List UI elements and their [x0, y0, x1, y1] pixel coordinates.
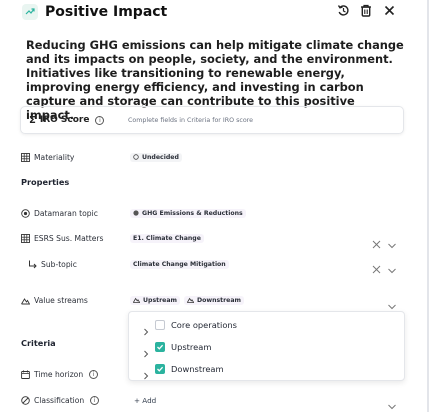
value-stream-chip[interactable]: Downstream — [183, 295, 244, 305]
close-icon[interactable] — [382, 3, 396, 17]
check-icon — [157, 344, 164, 350]
esrs-matters-chip[interactable]: E1. Climate Change — [130, 233, 204, 243]
dropdown-option[interactable]: Upstream — [129, 339, 406, 358]
materiality-value[interactable]: Undecided — [130, 150, 182, 164]
criteria-heading: Criteria — [21, 338, 56, 348]
chevron-right-icon[interactable] — [142, 365, 150, 380]
info-icon[interactable]: i — [89, 369, 99, 379]
datamaran-topic-value[interactable]: GHG Emissions & Reductions — [130, 206, 246, 220]
esrs-matters-row: ESRS Sus. Matters — [21, 231, 103, 245]
value-streams-row: Value streams — [21, 293, 88, 307]
grid-icon — [21, 152, 30, 162]
chevron-down-icon[interactable] — [387, 396, 397, 410]
panel-header: Positive Impact — [22, 2, 402, 22]
classification-row: Classification i — [21, 393, 100, 407]
checkbox[interactable] — [155, 320, 165, 330]
datamaran-topic-row: Datamaran topic — [21, 206, 98, 220]
dropdown-option[interactable]: Downstream — [129, 361, 406, 380]
materiality-chip-text: Undecided — [142, 153, 179, 161]
sub-topic-row: Sub-topic — [28, 257, 77, 271]
iro-score-label: IRO Score — [39, 115, 90, 125]
sub-topic-value[interactable]: Climate Change Mitigation — [130, 257, 229, 271]
classification-add[interactable]: + Add — [134, 393, 156, 407]
chevron-right-icon[interactable] — [142, 343, 150, 358]
mountain-icon — [133, 297, 140, 303]
trend-icon — [22, 4, 38, 20]
add-classification-button[interactable]: + Add — [134, 396, 156, 405]
datamaran-topic-text: GHG Emissions & Reductions — [142, 209, 243, 217]
circle-icon — [133, 154, 139, 160]
time-horizon-label: Time horizon — [34, 369, 84, 379]
value-streams-dropdown: Core operations Upstream Downstream — [128, 311, 405, 381]
classification-label: Classification — [34, 395, 85, 405]
chevron-down-icon[interactable] — [387, 296, 397, 310]
value-stream-chip[interactable]: Upstream — [130, 295, 180, 305]
value-streams-label: Value streams — [34, 295, 88, 305]
option-label: Downstream — [171, 364, 224, 374]
properties-heading: Properties — [21, 177, 70, 187]
calendar-icon — [21, 369, 30, 379]
option-label: Upstream — [171, 342, 212, 352]
checkbox-checked[interactable] — [155, 342, 165, 352]
topic-icon — [21, 208, 30, 218]
chevron-right-icon[interactable] — [142, 321, 150, 336]
iro-score-hint: Complete fields in Criteria for IRO scor… — [128, 116, 254, 124]
mountain-icon — [21, 296, 30, 305]
dropdown-option[interactable]: Core operations — [129, 317, 406, 336]
time-horizon-row: Time horizon i — [21, 367, 99, 381]
chevron-down-icon[interactable] — [387, 260, 397, 274]
check-icon — [157, 366, 164, 372]
sub-topic-chip[interactable]: Climate Change Mitigation — [130, 259, 229, 269]
history-icon[interactable] — [336, 3, 350, 17]
esrs-matters-label: ESRS Sus. Matters — [34, 233, 104, 243]
value-streams-value[interactable]: Upstream Downstream — [130, 293, 244, 307]
datamaran-topic-label: Datamaran topic — [34, 208, 98, 218]
info-icon[interactable]: i — [95, 115, 105, 125]
esrs-matters-value[interactable]: E1. Climate Change — [130, 231, 204, 245]
grid-icon — [21, 233, 30, 243]
sub-topic-label: Sub-topic — [41, 259, 77, 269]
chevron-down-icon[interactable] — [387, 235, 397, 249]
materiality-chip[interactable]: Undecided — [130, 152, 182, 162]
clear-esrs-icon[interactable] — [372, 234, 381, 249]
sigma-icon: Σ — [29, 114, 36, 126]
sub-arrow-icon — [28, 260, 37, 269]
tag-icon — [21, 395, 30, 405]
value-stream-chip-text: Upstream — [143, 296, 177, 304]
iro-score-card: Σ IRO Score i Complete fields in Criteri… — [20, 106, 404, 134]
checkbox-checked[interactable] — [155, 364, 165, 374]
materiality-label: Materiality — [34, 152, 75, 162]
option-label: Core operations — [171, 320, 237, 330]
mountain-icon — [186, 297, 194, 303]
page-title: Positive Impact — [45, 4, 168, 20]
value-stream-chip-text: Downstream — [196, 296, 241, 304]
info-icon[interactable]: i — [90, 395, 100, 405]
materiality-row: Materiality — [21, 150, 74, 164]
clear-sub-topic-icon[interactable] — [372, 259, 381, 274]
datamaran-topic-chip[interactable]: GHG Emissions & Reductions — [130, 208, 246, 218]
cloud-icon — [133, 210, 139, 216]
trash-icon[interactable] — [359, 3, 373, 17]
